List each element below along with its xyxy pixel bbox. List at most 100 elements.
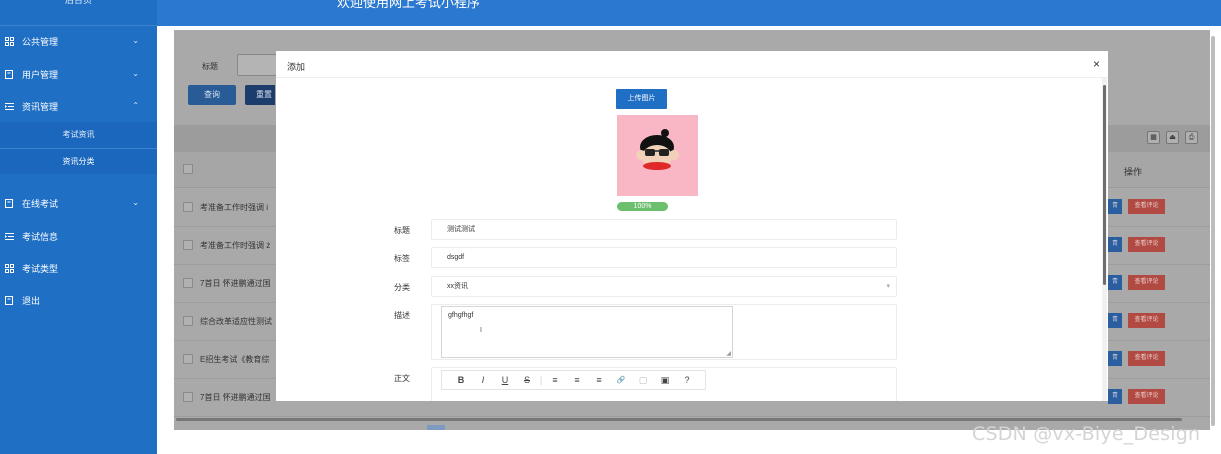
watermark: CSDN @vx-Biye_Design	[972, 423, 1201, 445]
sidebar-item-label: 考试信息	[22, 231, 59, 242]
search-input[interactable]	[237, 54, 277, 76]
row-checkbox[interactable]	[183, 354, 193, 364]
upload-image-button[interactable]: 上传图片	[616, 89, 667, 109]
row-edit-button[interactable]: 青	[1108, 275, 1122, 290]
view-comments-button[interactable]: 查看评论	[1128, 199, 1165, 214]
sidebar-item-label: 公共管理	[22, 36, 59, 47]
view-comments-button[interactable]: 查看评论	[1128, 275, 1165, 290]
rich-text-editor: B I U S | ≡ ≡ ≡ 🔗 ▢ ▣ ?	[431, 367, 897, 401]
monkey-avatar-icon	[617, 115, 698, 196]
book-icon	[5, 295, 14, 305]
chevron-down-icon: ⌄	[132, 36, 139, 45]
sidebar-item-public[interactable]: 公共管理 ⌄	[0, 29, 157, 53]
title-field[interactable]: 测试测试	[431, 219, 897, 240]
content-field-label: 正文	[394, 374, 410, 383]
italic-icon[interactable]: I	[472, 375, 494, 385]
book-icon	[5, 69, 14, 79]
pagination[interactable]	[427, 425, 445, 430]
strikethrough-icon[interactable]: S	[516, 375, 538, 385]
list-icon	[5, 232, 14, 241]
search-label: 标题	[202, 62, 218, 71]
sidebar-item-online-exam[interactable]: 在线考试 ⌄	[0, 191, 157, 215]
sidebar-item-label: 退出	[22, 295, 41, 306]
chevron-down-icon: ⌄	[132, 69, 139, 78]
sidebar-subitem-news-category[interactable]: 资讯分类	[0, 148, 157, 174]
sidebar-item-label: 在线考试	[22, 198, 59, 209]
select-all-checkbox[interactable]	[183, 164, 193, 174]
desc-field-label: 描述	[394, 311, 410, 320]
row-title: 7首日 怀进鹏通过国	[200, 393, 271, 402]
view-comments-button[interactable]: 查看评论	[1128, 237, 1165, 252]
desc-value: gfhgfhgf	[448, 312, 474, 319]
row-checkbox[interactable]	[183, 392, 193, 402]
row-title: 综合改革适应性测试	[200, 317, 272, 326]
chevron-up-icon: ⌃	[132, 101, 139, 110]
row-title: 考准备工作时强调 i	[200, 203, 268, 212]
horizontal-scrollbar[interactable]	[176, 418, 1182, 421]
row-edit-button[interactable]: 青	[1108, 389, 1122, 404]
sidebar-item-exam-info[interactable]: 考试信息	[0, 224, 157, 248]
bold-icon[interactable]: B	[450, 375, 472, 385]
add-dialog: 添加 × 上传图片 100% 标题 测试测试 标签 dsgdf 分类 xx资讯 …	[276, 51, 1108, 401]
block-icon[interactable]: ▢	[632, 375, 654, 386]
chevron-down-icon: ▾	[886, 283, 890, 290]
title-field-label: 标题	[394, 226, 410, 235]
query-button[interactable]: 查询	[188, 85, 236, 105]
category-field-label: 分类	[394, 283, 410, 292]
dialog-scrollbar[interactable]	[1103, 85, 1106, 285]
print-icon[interactable]: ⎙	[1185, 131, 1198, 144]
desc-textarea[interactable]: gfhgfhgf I ◢	[441, 306, 733, 358]
tag-field[interactable]: dsgdf	[431, 247, 897, 268]
reset-button[interactable]: 重置	[245, 85, 275, 105]
operation-column-header: 操作	[1124, 167, 1143, 177]
category-select[interactable]: xx资讯 ▾	[431, 276, 897, 297]
top-header: 欢迎使用网上考试小程序	[157, 0, 1221, 26]
chevron-down-icon: ⌄	[132, 198, 139, 207]
dialog-divider	[276, 77, 1108, 78]
row-title: 7首日 怀进鹏通过国	[200, 279, 271, 288]
row-checkbox[interactable]	[183, 278, 193, 288]
view-comments-button[interactable]: 查看评论	[1128, 313, 1165, 328]
view-comments-button[interactable]: 查看评论	[1128, 351, 1165, 366]
resize-handle-icon[interactable]: ◢	[726, 350, 731, 357]
row-edit-button[interactable]: 青	[1108, 351, 1122, 366]
row-edit-button[interactable]: 青	[1108, 313, 1122, 328]
list-icon	[5, 102, 14, 111]
image-icon[interactable]: ▣	[654, 375, 676, 386]
desc-field-wrapper: gfhgfhgf I ◢	[431, 304, 897, 360]
export-icon[interactable]: ⏏	[1166, 131, 1179, 144]
row-title: E招生考试《教育综	[200, 355, 270, 364]
sidebar-item-exam-type[interactable]: 考试类型	[0, 256, 157, 280]
row-edit-button[interactable]: 青	[1108, 237, 1122, 252]
sidebar-item-logout[interactable]: 退出	[0, 288, 157, 312]
underline-icon[interactable]: U	[494, 375, 516, 385]
sidebar-item-label: 考试类型	[22, 263, 59, 274]
category-value: xx资讯	[447, 283, 468, 290]
dialog-title: 添加	[287, 62, 306, 72]
upload-progress-bar: 100%	[617, 202, 668, 211]
columns-icon[interactable]: ▦	[1147, 131, 1160, 144]
editor-toolbar: B I U S | ≡ ≡ ≡ 🔗 ▢ ▣ ?	[441, 370, 706, 390]
row-title: 考准备工作时强调 ż	[200, 241, 271, 250]
row-checkbox[interactable]	[183, 202, 193, 212]
image-preview	[617, 115, 698, 196]
help-icon[interactable]: ?	[676, 375, 698, 385]
sidebar-subitem-exam-news[interactable]: 考试资讯	[0, 122, 157, 148]
align-center-icon[interactable]: ≡	[566, 375, 588, 385]
sidebar-item-label: 资讯管理	[22, 101, 59, 112]
text-cursor-icon: I	[480, 327, 482, 334]
row-edit-button[interactable]: 青	[1108, 199, 1122, 214]
align-right-icon[interactable]: ≡	[588, 375, 610, 385]
tag-field-label: 标签	[394, 254, 410, 263]
align-left-icon[interactable]: ≡	[544, 375, 566, 385]
sidebar: 后台页 公共管理 ⌄ 用户管理 ⌄ 资讯管理 ⌃ 考试资讯 资讯分类 在线考试 …	[0, 0, 157, 454]
view-comments-button[interactable]: 查看评论	[1128, 389, 1165, 404]
link-icon[interactable]: 🔗	[610, 376, 632, 384]
row-checkbox[interactable]	[183, 316, 193, 326]
grid-icon	[5, 36, 14, 46]
page-scrollbar[interactable]	[1211, 36, 1215, 426]
close-icon[interactable]: ×	[1093, 58, 1100, 70]
sidebar-item-users[interactable]: 用户管理 ⌄	[0, 62, 157, 86]
row-checkbox[interactable]	[183, 240, 193, 250]
sidebar-item-news[interactable]: 资讯管理 ⌃	[0, 94, 157, 118]
